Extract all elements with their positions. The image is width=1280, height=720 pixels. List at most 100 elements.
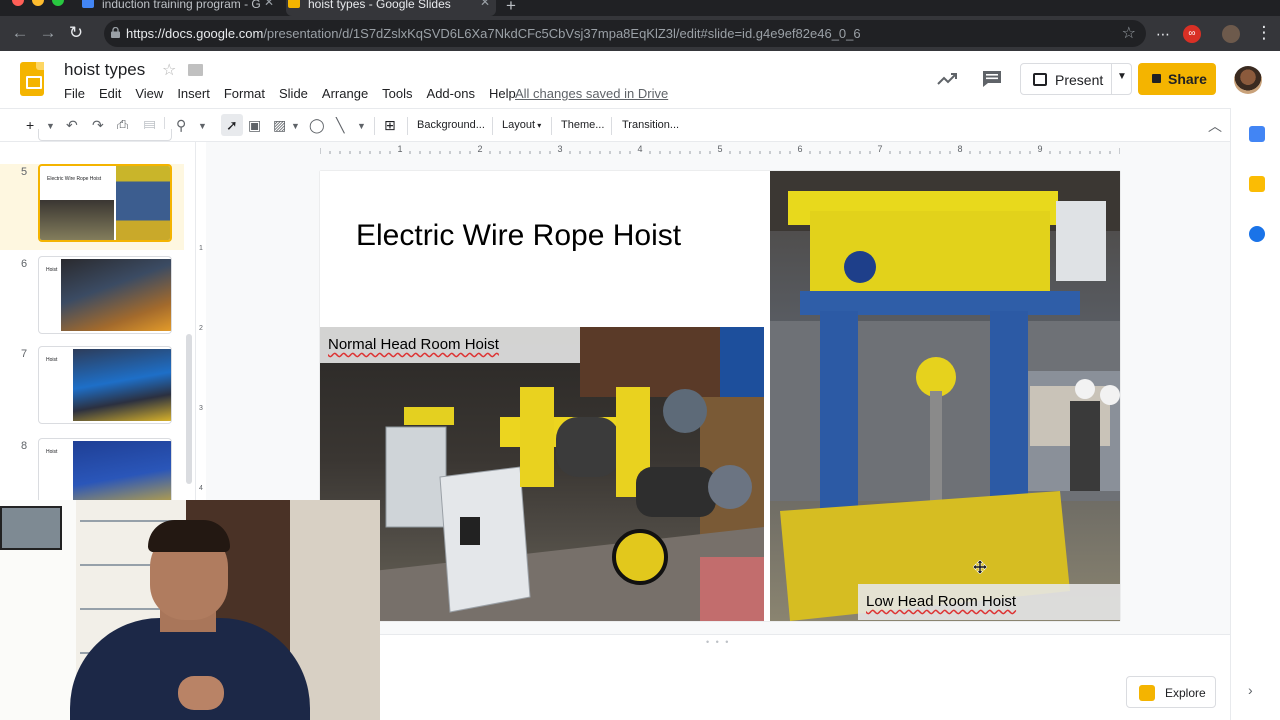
menu-insert[interactable]: Insert (177, 86, 210, 101)
browser-tab-active[interactable]: hoist types - Google Slides ✕ (286, 0, 496, 16)
slide-thumbnail[interactable]: Hoist (38, 256, 172, 334)
browser-tab-inactive[interactable]: induction training program - G ✕ (80, 0, 280, 16)
present-options-chevron-icon[interactable]: ▼ (1117, 71, 1127, 82)
profile-avatar-icon[interactable] (1222, 25, 1240, 43)
low-head-room-hoist-photo[interactable]: Low Head Room Hoist (770, 171, 1120, 621)
menu-slide[interactable]: Slide (279, 86, 308, 101)
present-button[interactable]: Present ▼ (1020, 63, 1132, 95)
explore-button[interactable]: Explore (1126, 676, 1216, 708)
layout-label: Layout (502, 119, 536, 131)
menu-help[interactable]: Help (489, 86, 516, 101)
activity-trend-icon[interactable] (936, 68, 958, 90)
menu-tools[interactable]: Tools (382, 86, 412, 101)
bookmark-star-icon[interactable]: ☆ (1122, 23, 1136, 43)
filmstrip-scrollbar[interactable] (186, 334, 192, 484)
menu-edit[interactable]: Edit (99, 86, 121, 101)
new-tab-icon[interactable]: + (506, 0, 516, 16)
toolbar-divider (611, 117, 612, 135)
caption-normal-head-room[interactable]: Normal Head Room Hoist (320, 327, 580, 363)
zoom-chevron-icon[interactable]: ▼ (198, 121, 207, 131)
hoist-photo-illustration (770, 171, 1120, 621)
slide-title[interactable]: Electric Wire Rope Hoist (356, 219, 681, 253)
new-slide-icon[interactable]: ⊞ (384, 117, 396, 134)
menu-file[interactable]: File (64, 86, 85, 101)
caption-text: Normal Head Room Hoist (328, 336, 499, 353)
shape-icon[interactable]: ◯ (309, 117, 325, 134)
horizontal-ruler[interactable]: 1 2 3 4 5 6 7 8 9 (320, 143, 1120, 155)
slide-thumbnail[interactable] (38, 129, 172, 141)
filmstrip-slide-5[interactable]: 5 Electric Wire Rope Hoist (0, 164, 184, 250)
menu-arrange[interactable]: Arrange (322, 86, 368, 101)
calendar-icon[interactable] (1249, 126, 1265, 142)
background-button[interactable]: Background... (417, 119, 485, 131)
move-to-folder-icon[interactable] (188, 64, 203, 76)
tasks-icon[interactable] (1249, 226, 1265, 242)
star-document-icon[interactable]: ☆ (162, 60, 176, 80)
browser-tabstrip: induction training program - G ✕ hoist t… (0, 0, 1280, 16)
notes-resize-handle[interactable]: • • • (706, 637, 730, 647)
layout-button[interactable]: Layout ▾ (502, 119, 541, 131)
document-title[interactable]: hoist types (64, 60, 145, 80)
thumbnail-title: Hoist (46, 449, 58, 455)
extensions-icon[interactable]: ⋯ (1154, 25, 1172, 43)
thumbnail-image (61, 259, 171, 331)
side-panel (1230, 108, 1280, 720)
image-icon[interactable]: ▨ (273, 117, 286, 134)
address-bar[interactable]: https://docs.google.com/presentation/d/1… (104, 20, 1146, 47)
tab-title: induction training program - G (102, 0, 261, 11)
cursor-icon[interactable]: ➚ (226, 117, 238, 134)
window-minimize-dot[interactable] (32, 0, 44, 6)
tab-close-icon[interactable]: ✕ (264, 0, 274, 8)
filmstrip-slide-7[interactable]: 7 Hoist (0, 346, 184, 432)
slide-number: 8 (20, 440, 28, 452)
account-avatar[interactable] (1234, 66, 1262, 94)
slides-logo-icon[interactable] (20, 62, 44, 96)
ruler-mark: 2 (477, 144, 482, 154)
slide[interactable]: Electric Wire Rope Hoist Normal Head Roo… (320, 171, 1120, 621)
webcam-background (0, 506, 62, 550)
image-chevron-icon[interactable]: ▼ (291, 121, 300, 131)
reload-icon[interactable]: ↻ (66, 23, 86, 43)
menu-format[interactable]: Format (224, 86, 265, 101)
thumbnail-title: Electric Wire Rope Hoist (47, 176, 102, 182)
menu-addons[interactable]: Add-ons (427, 86, 475, 101)
comment-icon[interactable] (982, 70, 1002, 88)
forward-arrow-icon[interactable]: → (38, 23, 58, 43)
lock-icon (111, 27, 120, 38)
slide-number: 5 (20, 166, 28, 178)
slide-thumbnail[interactable]: Electric Wire Rope Hoist (38, 164, 172, 242)
browser-menu-icon[interactable]: ⋮ (1254, 23, 1274, 43)
ruler-mark: 1 (397, 144, 402, 154)
url-path: /presentation/d/1S7dZslxKqSVD6L6Xa7NkdCF… (263, 26, 861, 41)
window-close-dot[interactable] (12, 0, 24, 6)
filmstrip-slide-6[interactable]: 6 Hoist (0, 256, 184, 342)
transition-button[interactable]: Transition... (622, 119, 679, 131)
menu-view[interactable]: View (135, 86, 163, 101)
theme-button[interactable]: Theme... (561, 119, 604, 131)
line-chevron-icon[interactable]: ▼ (357, 121, 366, 131)
share-button[interactable]: Share (1138, 63, 1216, 95)
lock-icon (1152, 74, 1161, 83)
slides-favicon-icon (288, 0, 300, 8)
ruler-mark: 2 (199, 325, 203, 332)
collapse-toolbar-chevron-icon[interactable]: ︿ (1208, 116, 1222, 136)
filmstrip-partial-slide (0, 129, 184, 142)
window-zoom-dot[interactable] (52, 0, 64, 6)
extension-red-icon[interactable]: ∞ (1183, 25, 1201, 43)
normal-head-room-hoist-photo[interactable]: Normal Head Room Hoist (320, 327, 764, 621)
ruler-mark: 5 (717, 144, 722, 154)
back-arrow-icon[interactable]: ← (10, 23, 30, 43)
textbox-icon[interactable]: ▣ (248, 117, 261, 134)
slide-thumbnail[interactable]: Hoist (38, 346, 172, 424)
save-status[interactable]: All changes saved in Drive (515, 86, 668, 101)
toolbar-divider (374, 117, 375, 135)
show-side-panel-chevron-icon[interactable]: › (1248, 682, 1253, 698)
keep-icon[interactable] (1249, 176, 1265, 192)
tab-close-icon[interactable]: ✕ (480, 0, 490, 8)
vertical-ruler[interactable]: 1 2 3 4 (197, 170, 206, 500)
caption-low-head-room[interactable]: Low Head Room Hoist (858, 584, 1120, 620)
move-cursor-icon (973, 560, 987, 574)
line-icon[interactable]: ╲ (336, 117, 344, 134)
toolbar-divider (492, 117, 493, 135)
explore-label: Explore (1165, 686, 1206, 700)
